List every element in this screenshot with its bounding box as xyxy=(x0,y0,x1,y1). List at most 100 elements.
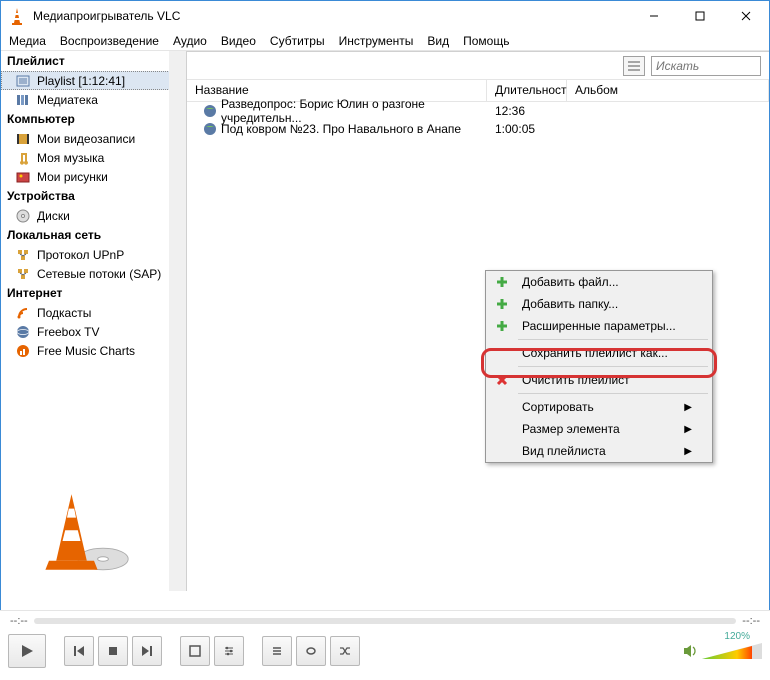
cm-label: Вид плейлиста xyxy=(522,444,606,458)
cm-add-folder[interactable]: Добавить папку... xyxy=(486,293,712,315)
menu-media[interactable]: Медиа xyxy=(9,34,46,48)
sidebar-item-label: Мои видеозаписи xyxy=(37,132,135,146)
playlist-panel: Название Длительност Альбом Разведопрос:… xyxy=(187,51,769,591)
sidebar-item-music[interactable]: Моя музыка xyxy=(1,148,186,167)
close-button[interactable] xyxy=(723,1,769,31)
column-duration[interactable]: Длительност xyxy=(487,80,567,101)
globe-icon xyxy=(203,122,217,136)
sidebar-item-label: Подкасты xyxy=(37,306,91,320)
network-icon xyxy=(15,266,31,282)
sidebar-item-playlist[interactable]: Playlist [1:12:41] xyxy=(1,71,186,90)
sidebar-header-lan: Локальная сеть xyxy=(1,225,186,245)
minimize-button[interactable] xyxy=(631,1,677,31)
view-mode-button[interactable] xyxy=(623,56,645,76)
time-elapsed: --:-- xyxy=(10,615,28,627)
plus-icon xyxy=(492,320,512,332)
search-input[interactable] xyxy=(651,56,761,76)
cm-playlist-view[interactable]: Вид плейлиста ▶ xyxy=(486,440,712,462)
sidebar-header-playlist: Плейлист xyxy=(1,51,186,71)
sidebar: Плейлист Playlist [1:12:41] Медиатека Ко… xyxy=(1,51,187,591)
cm-separator xyxy=(518,366,708,367)
cm-label: Добавить папку... xyxy=(522,297,618,311)
menu-playback[interactable]: Воспроизведение xyxy=(60,34,159,48)
cm-label: Размер элемента xyxy=(522,422,620,436)
playlist-toolbar xyxy=(187,52,769,80)
volume-label: 120% xyxy=(724,631,750,642)
menu-help[interactable]: Помощь xyxy=(463,34,509,48)
sidebar-header-internet: Интернет xyxy=(1,283,186,303)
sidebar-item-jamendo[interactable]: Free Music Charts xyxy=(1,341,186,360)
speaker-icon[interactable] xyxy=(682,643,698,659)
extended-settings-button[interactable] xyxy=(214,636,244,666)
titlebar: Медиапроигрыватель VLC xyxy=(1,1,769,31)
cm-add-file[interactable]: Добавить файл... xyxy=(486,271,712,293)
cm-label: Сохранить плейлист как... xyxy=(522,346,668,360)
menu-view[interactable]: Вид xyxy=(427,34,449,48)
sidebar-item-label: Мои рисунки xyxy=(37,170,108,184)
playlist-button[interactable] xyxy=(262,636,292,666)
cm-label: Сортировать xyxy=(522,400,594,414)
cm-label: Очистить плейлист xyxy=(522,373,630,387)
picture-icon xyxy=(15,169,31,185)
x-icon xyxy=(492,374,512,386)
sidebar-item-label: Моя музыка xyxy=(37,151,104,165)
cm-item-size[interactable]: Размер элемента ▶ xyxy=(486,418,712,440)
chevron-right-icon: ▶ xyxy=(684,446,692,457)
disc-icon xyxy=(15,208,31,224)
menubar: Медиа Воспроизведение Аудио Видео Субтит… xyxy=(1,31,769,51)
row-duration: 12:36 xyxy=(487,104,567,118)
sidebar-item-upnp[interactable]: Протокол UPnP xyxy=(1,245,186,264)
prev-button[interactable] xyxy=(64,636,94,666)
cm-save-playlist-as[interactable]: Сохранить плейлист как... xyxy=(486,342,712,364)
sidebar-item-pictures[interactable]: Мои рисунки xyxy=(1,167,186,186)
time-total: --:-- xyxy=(742,615,760,627)
sidebar-item-mediateka[interactable]: Медиатека xyxy=(1,90,186,109)
menu-video[interactable]: Видео xyxy=(221,34,256,48)
plus-icon xyxy=(492,276,512,288)
stop-button[interactable] xyxy=(98,636,128,666)
chart-icon xyxy=(15,343,31,359)
sidebar-artwork xyxy=(1,467,169,587)
sidebar-item-label: Медиатека xyxy=(37,93,98,107)
column-album[interactable]: Альбом xyxy=(567,80,769,101)
sidebar-item-label: Freebox TV xyxy=(37,325,99,339)
plus-icon xyxy=(492,298,512,310)
globe-icon xyxy=(15,324,31,340)
sidebar-scrollbar[interactable] xyxy=(169,51,186,591)
library-icon xyxy=(15,92,31,108)
sidebar-item-label: Playlist [1:12:41] xyxy=(37,74,125,88)
cm-label: Добавить файл... xyxy=(522,275,619,289)
next-button[interactable] xyxy=(132,636,162,666)
cm-advanced[interactable]: Расширенные параметры... xyxy=(486,315,712,337)
shuffle-button[interactable] xyxy=(330,636,360,666)
playlist-row[interactable]: Разведопрос: Борис Юлин о разгоне учреди… xyxy=(187,102,769,120)
chevron-right-icon: ▶ xyxy=(684,402,692,413)
sidebar-item-disks[interactable]: Диски xyxy=(1,206,186,225)
sidebar-item-podcasts[interactable]: Подкасты xyxy=(1,303,186,322)
chevron-right-icon: ▶ xyxy=(684,424,692,435)
sidebar-item-sap[interactable]: Сетевые потоки (SAP) xyxy=(1,264,186,283)
context-menu: Добавить файл... Добавить папку... Расши… xyxy=(485,270,713,463)
film-icon xyxy=(15,131,31,147)
seek-slider[interactable] xyxy=(34,618,737,624)
sidebar-header-devices: Устройства xyxy=(1,186,186,206)
volume-slider[interactable]: 120% xyxy=(702,641,762,661)
sidebar-item-label: Диски xyxy=(37,209,70,223)
sidebar-item-videos[interactable]: Мои видеозаписи xyxy=(1,129,186,148)
playlist-row[interactable]: Под ковром №23. Про Навального в Анапе 1… xyxy=(187,120,769,138)
menu-subtitles[interactable]: Субтитры xyxy=(270,34,325,48)
fullscreen-button[interactable] xyxy=(180,636,210,666)
sidebar-header-computer: Компьютер xyxy=(1,109,186,129)
play-button[interactable] xyxy=(8,634,46,668)
cm-sort[interactable]: Сортировать ▶ xyxy=(486,396,712,418)
menu-audio[interactable]: Аудио xyxy=(173,34,207,48)
vlc-cone-large-icon xyxy=(25,487,145,577)
controls: 120% xyxy=(0,631,770,671)
loop-button[interactable] xyxy=(296,636,326,666)
maximize-button[interactable] xyxy=(677,1,723,31)
cm-clear-playlist[interactable]: Очистить плейлист xyxy=(486,369,712,391)
sidebar-item-freebox[interactable]: Freebox TV xyxy=(1,322,186,341)
network-icon xyxy=(15,247,31,263)
menu-tools[interactable]: Инструменты xyxy=(339,34,414,48)
vlc-cone-icon xyxy=(7,6,27,26)
